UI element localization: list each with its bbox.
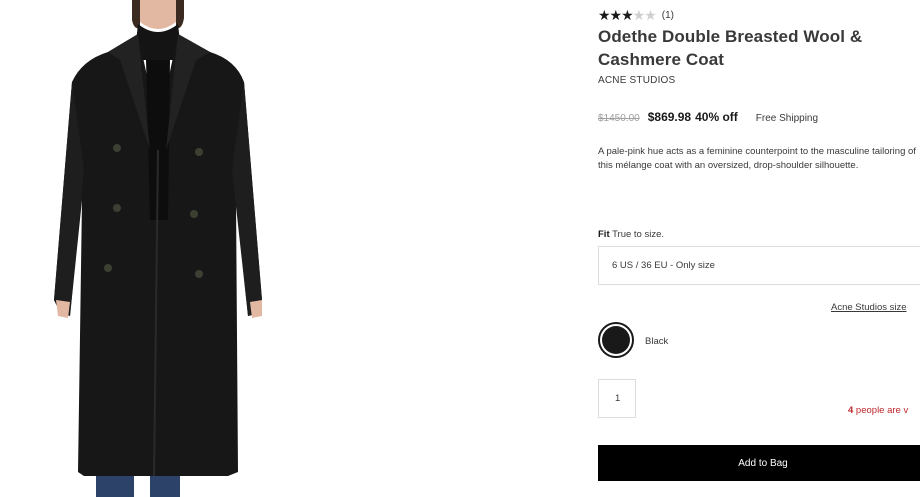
color-name: Black (645, 336, 669, 347)
product-rating[interactable]: ★★★★★ (1) (598, 8, 674, 22)
fit-info: Fit True to size. (598, 229, 664, 240)
product-image[interactable] (0, 0, 310, 497)
brand-name[interactable]: ACNE STUDIOS (598, 75, 675, 86)
sale-price: $869.98 (647, 110, 692, 124)
size-select[interactable]: 6 US / 36 EU - Only size (598, 246, 920, 285)
viewers-notice: 4 people are v (848, 405, 908, 416)
discount-label: 40% off (695, 110, 738, 124)
review-count[interactable]: (1) (662, 10, 674, 21)
product-description: A pale-pink hue acts as a feminine count… (598, 146, 916, 171)
quantity-input[interactable]: 1 (598, 379, 636, 418)
quantity-value: 1 (615, 393, 621, 404)
star-rating-icon: ★★★★★ (598, 7, 657, 23)
fit-value: True to size. (612, 229, 664, 240)
add-to-bag-button[interactable]: Add to Bag (598, 445, 920, 481)
size-guide-link[interactable]: Acne Studios size (831, 302, 907, 313)
viewers-text: people are v (853, 405, 909, 416)
color-swatch-fill (602, 326, 630, 354)
price-row: $1450.00 $869.98 40% off Free Shipping (598, 110, 818, 124)
shipping-label: Free Shipping (755, 113, 819, 124)
size-select-value: 6 US / 36 EU - Only size (612, 260, 715, 271)
product-title: Odethe Double Breasted Wool & Cashmere C… (598, 27, 863, 69)
color-swatch-black[interactable] (598, 322, 634, 358)
coat-photo (54, 0, 262, 497)
product-details: ★★★★★ (1) Odethe Double Breasted Wool & … (598, 0, 920, 497)
fit-label: Fit (598, 229, 610, 240)
original-price: $1450.00 (598, 113, 640, 124)
